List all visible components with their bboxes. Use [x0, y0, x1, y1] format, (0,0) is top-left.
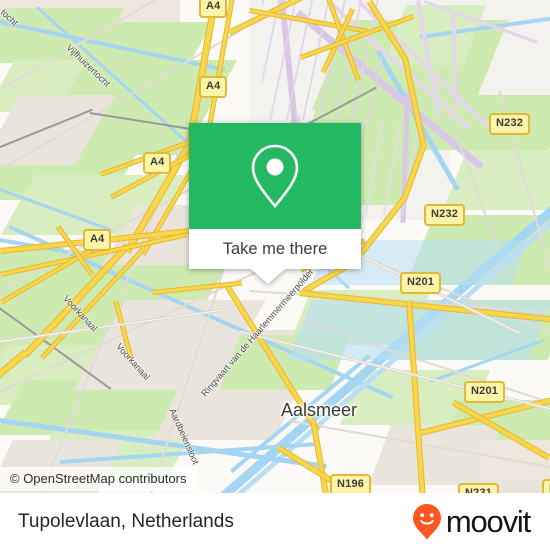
card-pointer-tail — [251, 269, 285, 284]
road-shield: N — [542, 479, 550, 493]
moovit-logo[interactable]: moovit — [412, 503, 531, 541]
moovit-map-screenshot: tocht Vijfhuizertocht Voorkanaal Voorkan… — [0, 0, 550, 550]
road-shield: A4 — [199, 0, 228, 18]
road-shield: N201 — [464, 381, 506, 403]
road-shield: A4 — [143, 152, 172, 174]
road-shield: N201 — [400, 272, 442, 294]
take-me-there-card[interactable]: Take me there — [189, 123, 361, 284]
road-shield: A4 — [83, 229, 112, 251]
road-shield: N232 — [489, 113, 531, 135]
place-name: Tupolevlaan, Netherlands — [18, 510, 234, 532]
osm-attribution[interactable]: © OpenStreetMap contributors — [0, 467, 197, 491]
road-shield: N231 — [458, 483, 500, 493]
moovit-pin-smiley-icon — [412, 503, 441, 539]
moovit-wordmark: moovit — [445, 504, 531, 539]
map-pin-icon — [251, 144, 299, 209]
road-shield: N232 — [424, 204, 466, 226]
card-action-label[interactable]: Take me there — [189, 229, 361, 269]
card-pin-area — [189, 123, 361, 229]
road-shield: N196 — [330, 474, 372, 493]
footer-bar: Tupolevlaan, Netherlands moovit — [0, 493, 550, 550]
road-shield: A4 — [199, 76, 228, 98]
map-canvas[interactable]: tocht Vijfhuizertocht Voorkanaal Voorkan… — [0, 0, 550, 493]
